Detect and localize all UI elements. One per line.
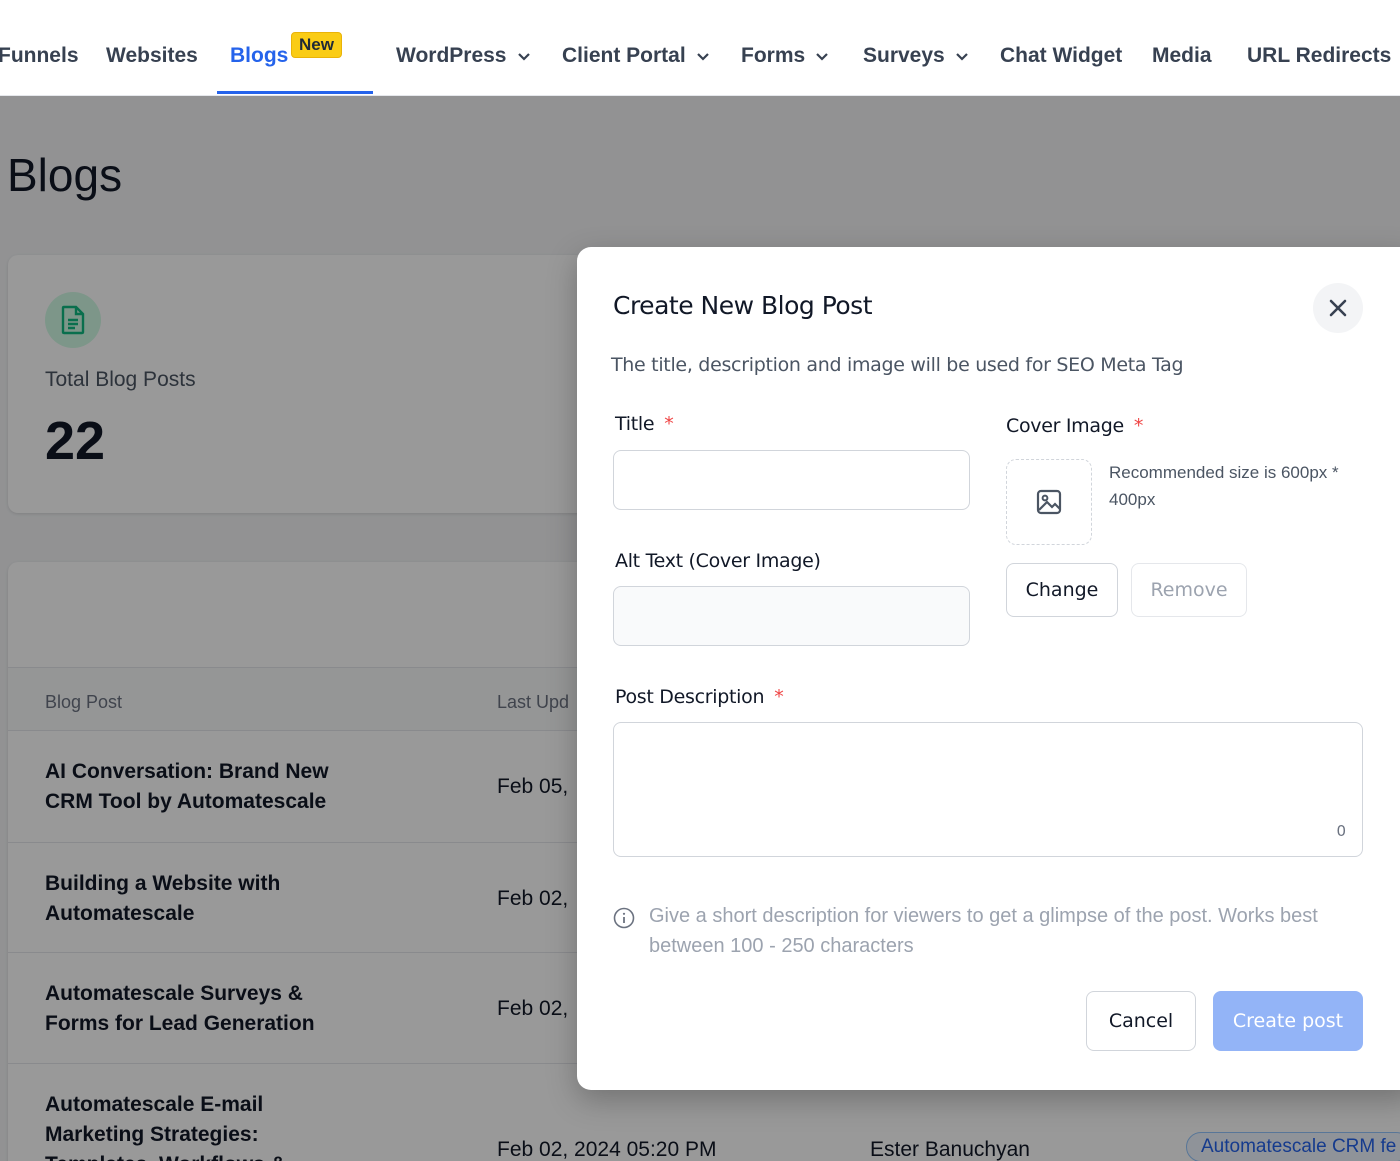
required-mark: * bbox=[774, 686, 784, 708]
chevron-down-icon bbox=[816, 53, 828, 62]
description-hint: Give a short description for viewers to … bbox=[649, 905, 1318, 957]
close-icon bbox=[1329, 299, 1347, 317]
nav-surveys[interactable]: Surveys bbox=[863, 44, 969, 68]
title-label: Title * bbox=[615, 413, 674, 435]
character-count: 0 bbox=[1336, 822, 1346, 840]
chevron-down-icon bbox=[955, 53, 968, 62]
remove-image-button[interactable]: Remove bbox=[1131, 563, 1247, 617]
required-mark: * bbox=[664, 413, 674, 435]
nav-wordpress[interactable]: WordPress bbox=[396, 44, 531, 68]
chevron-down-icon bbox=[517, 53, 530, 62]
chevron-down-icon bbox=[696, 53, 709, 62]
modal-subtitle: The title, description and image will be… bbox=[611, 354, 1184, 376]
change-image-button[interactable]: Change bbox=[1006, 563, 1118, 617]
title-label-text: Title bbox=[615, 413, 655, 435]
create-blog-post-modal: Create New Blog Post The title, descript… bbox=[577, 247, 1400, 1090]
nav-chat-widget[interactable]: Chat Widget bbox=[1000, 44, 1122, 68]
nav-funnels[interactable]: Funnels bbox=[0, 44, 79, 68]
nav-forms[interactable]: Forms bbox=[741, 44, 829, 68]
nav-client-portal-label: Client Portal bbox=[562, 44, 686, 67]
alt-text-label: Alt Text (Cover Image) bbox=[615, 550, 821, 572]
required-mark: * bbox=[1133, 415, 1144, 437]
nav-forms-label: Forms bbox=[741, 44, 806, 67]
create-post-button[interactable]: Create post bbox=[1213, 991, 1363, 1051]
image-icon bbox=[1036, 489, 1062, 515]
cover-image-label: Cover Image * bbox=[1006, 415, 1143, 437]
title-input[interactable] bbox=[613, 450, 970, 510]
info-icon bbox=[613, 907, 635, 929]
post-description-input[interactable]: 0 bbox=[613, 722, 1363, 857]
top-nav: Funnels Websites Blogs New WordPress Cli… bbox=[0, 0, 1400, 96]
new-badge: New bbox=[291, 32, 342, 58]
nav-wordpress-label: WordPress bbox=[396, 44, 507, 67]
post-description-label-text: Post Description bbox=[615, 686, 765, 708]
nav-url-redirects[interactable]: URL Redirects bbox=[1247, 44, 1391, 68]
modal-title: Create New Blog Post bbox=[613, 291, 873, 320]
nav-websites[interactable]: Websites bbox=[106, 44, 198, 68]
cover-image-upload[interactable] bbox=[1006, 459, 1092, 545]
nav-client-portal[interactable]: Client Portal bbox=[562, 44, 710, 68]
alt-text-input[interactable] bbox=[613, 586, 970, 646]
nav-media[interactable]: Media bbox=[1152, 44, 1212, 68]
cover-image-label-text: Cover Image bbox=[1006, 415, 1124, 437]
active-tab-indicator bbox=[217, 91, 373, 94]
close-button[interactable] bbox=[1313, 283, 1363, 333]
cover-image-hint: Recommended size is 600px * 400px bbox=[1109, 463, 1339, 509]
nav-surveys-label: Surveys bbox=[863, 44, 945, 67]
post-description-label: Post Description * bbox=[615, 686, 784, 708]
nav-blogs[interactable]: Blogs bbox=[230, 44, 288, 68]
cancel-button[interactable]: Cancel bbox=[1086, 991, 1196, 1051]
